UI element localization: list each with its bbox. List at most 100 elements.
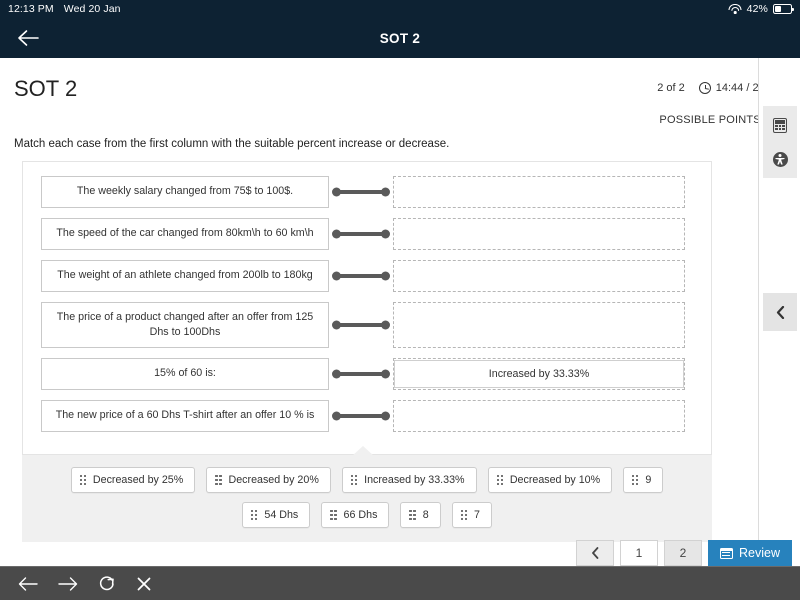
answer-chip[interactable]: Decreased by 20% <box>206 467 331 494</box>
back-button[interactable] <box>0 29 56 47</box>
review-button-label: Review <box>739 546 780 560</box>
match-drop-zone[interactable]: Increased by 33.33% <box>393 358 685 391</box>
match-drop-zone[interactable] <box>393 176 685 209</box>
browser-reload-icon <box>99 575 114 590</box>
match-drop-zone[interactable] <box>393 302 685 349</box>
app-header: SOT 2 <box>0 18 800 58</box>
match-row: The speed of the car changed from 80km\h… <box>23 218 711 251</box>
drag-handle-icon <box>409 509 416 521</box>
question-prompt: Match each case from the first column wi… <box>14 138 450 150</box>
tool-rail-buttons <box>763 106 797 178</box>
app-title: SOT 2 <box>379 30 421 46</box>
connector-dot-right <box>381 271 390 281</box>
review-button[interactable]: Review <box>708 540 792 566</box>
match-drop-zone[interactable] <box>393 400 685 433</box>
connector-bar <box>334 323 388 328</box>
accessibility-button[interactable] <box>767 146 793 172</box>
answer-chip-label: 9 <box>645 474 652 487</box>
status-time: 12:13 PM <box>8 3 54 15</box>
connector-bar <box>334 372 388 377</box>
answer-chip-label: 7 <box>473 509 480 522</box>
match-connector <box>329 309 393 341</box>
connector-dot-left <box>332 411 341 421</box>
connector-dot-left <box>332 229 341 239</box>
match-row: The weekly salary changed from 75$ to 10… <box>23 176 711 209</box>
match-left-item: 15% of 60 is: <box>41 358 329 391</box>
answer-chip[interactable]: 54 Dhs <box>242 502 311 529</box>
match-drop-zone[interactable] <box>393 260 685 293</box>
prev-page-button[interactable] <box>576 540 614 566</box>
match-row: The weight of an athlete changed from 20… <box>23 260 711 293</box>
battery-percent: 42% <box>746 3 768 15</box>
drag-handle-icon <box>251 509 258 521</box>
collapse-panel-button[interactable] <box>763 293 797 331</box>
page-button-2[interactable]: 2 <box>664 540 702 566</box>
drag-handle-icon <box>350 474 358 486</box>
match-connector <box>329 358 393 390</box>
match-left-item: The weight of an athlete changed from 20… <box>41 260 329 293</box>
match-left-item: The price of a product changed after an … <box>41 302 329 349</box>
dropped-answer-chip[interactable]: Increased by 33.33% <box>394 360 684 389</box>
answer-chip-label: Decreased by 25% <box>92 474 184 487</box>
connector-dot-right <box>381 411 390 421</box>
answer-chip[interactable]: 9 <box>623 467 664 494</box>
connector-dot-right <box>381 229 390 239</box>
connector-bar <box>334 274 388 279</box>
match-connector <box>329 260 393 292</box>
question-progress: 2 of 2 <box>657 82 685 94</box>
match-row: The new price of a 60 Dhs T-shirt after … <box>23 400 711 433</box>
drag-handle-icon <box>460 509 467 521</box>
question-card: The weekly salary changed from 75$ to 10… <box>22 161 712 456</box>
page-title: SOT 2 <box>14 76 78 101</box>
browser-forward-icon <box>58 576 78 591</box>
browser-close-button[interactable] <box>136 576 152 592</box>
connector-bar <box>334 414 388 419</box>
tool-rail <box>758 58 800 566</box>
answer-chip[interactable]: 66 Dhs <box>321 502 390 529</box>
answer-chip[interactable]: 7 <box>451 502 492 529</box>
answer-chip-label: 54 Dhs <box>264 509 299 522</box>
match-row: 15% of 60 is: Increased by 33.33% <box>23 358 711 391</box>
connector-bar <box>334 232 388 237</box>
browser-forward-button[interactable] <box>58 576 78 592</box>
clock-icon <box>698 82 711 94</box>
page-title-row: SOT 2 2 of 2 14:44 / 20:00 POSSIBLE POIN… <box>0 58 800 126</box>
answer-chip[interactable]: 8 <box>400 502 441 529</box>
back-arrow-icon <box>18 30 39 46</box>
match-left-item: The speed of the car changed from 80km\h… <box>41 218 329 251</box>
answer-chip-label: Decreased by 10% <box>509 474 601 487</box>
answer-chip[interactable]: Increased by 33.33% <box>341 467 477 494</box>
answer-chip-label: Decreased by 20% <box>228 474 319 487</box>
drag-handle-icon <box>215 474 222 486</box>
ios-status-bar: 12:13 PM Wed 20 Jan 42% <box>0 0 800 18</box>
tray-pointer-arrow <box>352 446 374 457</box>
page-button-1[interactable]: 1 <box>620 540 658 566</box>
calculator-icon <box>773 117 787 133</box>
chevron-left-icon <box>591 547 598 559</box>
answer-chip[interactable]: Decreased by 25% <box>70 467 196 494</box>
match-left-item: The weekly salary changed from 75$ to 10… <box>41 176 329 209</box>
accessibility-icon <box>772 151 788 167</box>
pagination-bar: 1 2 Review <box>576 540 792 566</box>
browser-reload-button[interactable] <box>98 575 116 593</box>
connector-dot-right <box>381 320 390 330</box>
chevron-left-icon <box>776 305 784 319</box>
browser-close-icon <box>137 577 151 590</box>
answer-chip-label: 66 Dhs <box>343 509 378 522</box>
browser-back-button[interactable] <box>18 576 38 592</box>
calculator-button[interactable] <box>767 112 793 138</box>
status-date: Wed 20 Jan <box>63 3 121 15</box>
wifi-icon <box>728 4 742 14</box>
drag-handle-icon <box>79 474 86 486</box>
connector-dot-left <box>332 369 341 379</box>
answer-chip-label: 8 <box>422 509 429 522</box>
answer-tray: Decreased by 25% Decreased by 20% Increa… <box>22 455 712 543</box>
match-row: The price of a product changed after an … <box>23 302 711 349</box>
match-drop-zone[interactable] <box>393 218 685 251</box>
drag-handle-icon <box>496 474 503 486</box>
connector-dot-right <box>381 369 390 379</box>
match-connector <box>329 176 393 208</box>
answer-chip[interactable]: Decreased by 10% <box>487 467 613 494</box>
match-left-item: The new price of a 60 Dhs T-shirt after … <box>41 400 329 433</box>
review-icon <box>720 547 733 559</box>
